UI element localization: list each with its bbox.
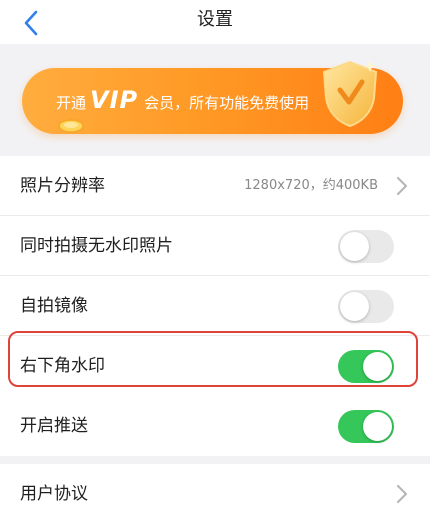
push-label: 开启推送 — [20, 416, 88, 436]
mirror-toggle[interactable] — [338, 290, 394, 323]
banner-section: 开通 VIP 会员，所有功能免费使用 — [0, 44, 430, 156]
agreement-label: 用户协议 — [20, 484, 88, 504]
row-mirror: 自拍镜像 — [0, 276, 430, 336]
corner-watermark-label: 右下角水印 — [20, 356, 105, 376]
resolution-label: 照片分辨率 — [20, 176, 105, 196]
coin-icon — [58, 119, 84, 133]
nav-bar: 设置 — [0, 0, 430, 44]
chevron-right-icon — [397, 485, 407, 503]
banner-suffix: 会员，所有功能免费使用 — [144, 94, 310, 112]
row-no-watermark: 同时拍摄无水印照片 — [0, 216, 430, 276]
no-watermark-label: 同时拍摄无水印照片 — [20, 236, 173, 256]
settings-group-1: 照片分辨率 1280x720，约400KB 同时拍摄无水印照片 自拍镜像 右下角… — [0, 156, 430, 396]
page-title: 设置 — [197, 9, 233, 30]
banner-vip: VIP — [90, 86, 139, 114]
toggle-knob — [363, 412, 392, 441]
vip-banner[interactable]: 开通 VIP 会员，所有功能免费使用 — [22, 60, 403, 134]
row-corner-watermark: 右下角水印 — [0, 336, 430, 396]
toggle-knob — [340, 232, 369, 261]
push-toggle[interactable] — [338, 410, 394, 443]
row-push: 开启推送 — [0, 396, 430, 456]
row-agreement[interactable]: 用户协议 — [0, 464, 430, 524]
toggle-knob — [340, 292, 369, 321]
mirror-label: 自拍镜像 — [20, 296, 88, 316]
row-resolution[interactable]: 照片分辨率 1280x720，约400KB — [0, 156, 430, 216]
no-watermark-toggle[interactable] — [338, 230, 394, 263]
settings-group-2: 开启推送 — [0, 396, 430, 456]
vip-shield-icon — [322, 60, 378, 128]
settings-group-3: 用户协议 — [0, 464, 430, 524]
resolution-value: 1280x720，约400KB — [244, 178, 378, 193]
chevron-right-icon — [397, 177, 407, 195]
banner-prefix: 开通 — [56, 94, 87, 112]
corner-watermark-toggle[interactable] — [338, 350, 394, 383]
banner-text: 开通 VIP 会员，所有功能免费使用 — [56, 68, 309, 134]
toggle-knob — [363, 352, 392, 381]
